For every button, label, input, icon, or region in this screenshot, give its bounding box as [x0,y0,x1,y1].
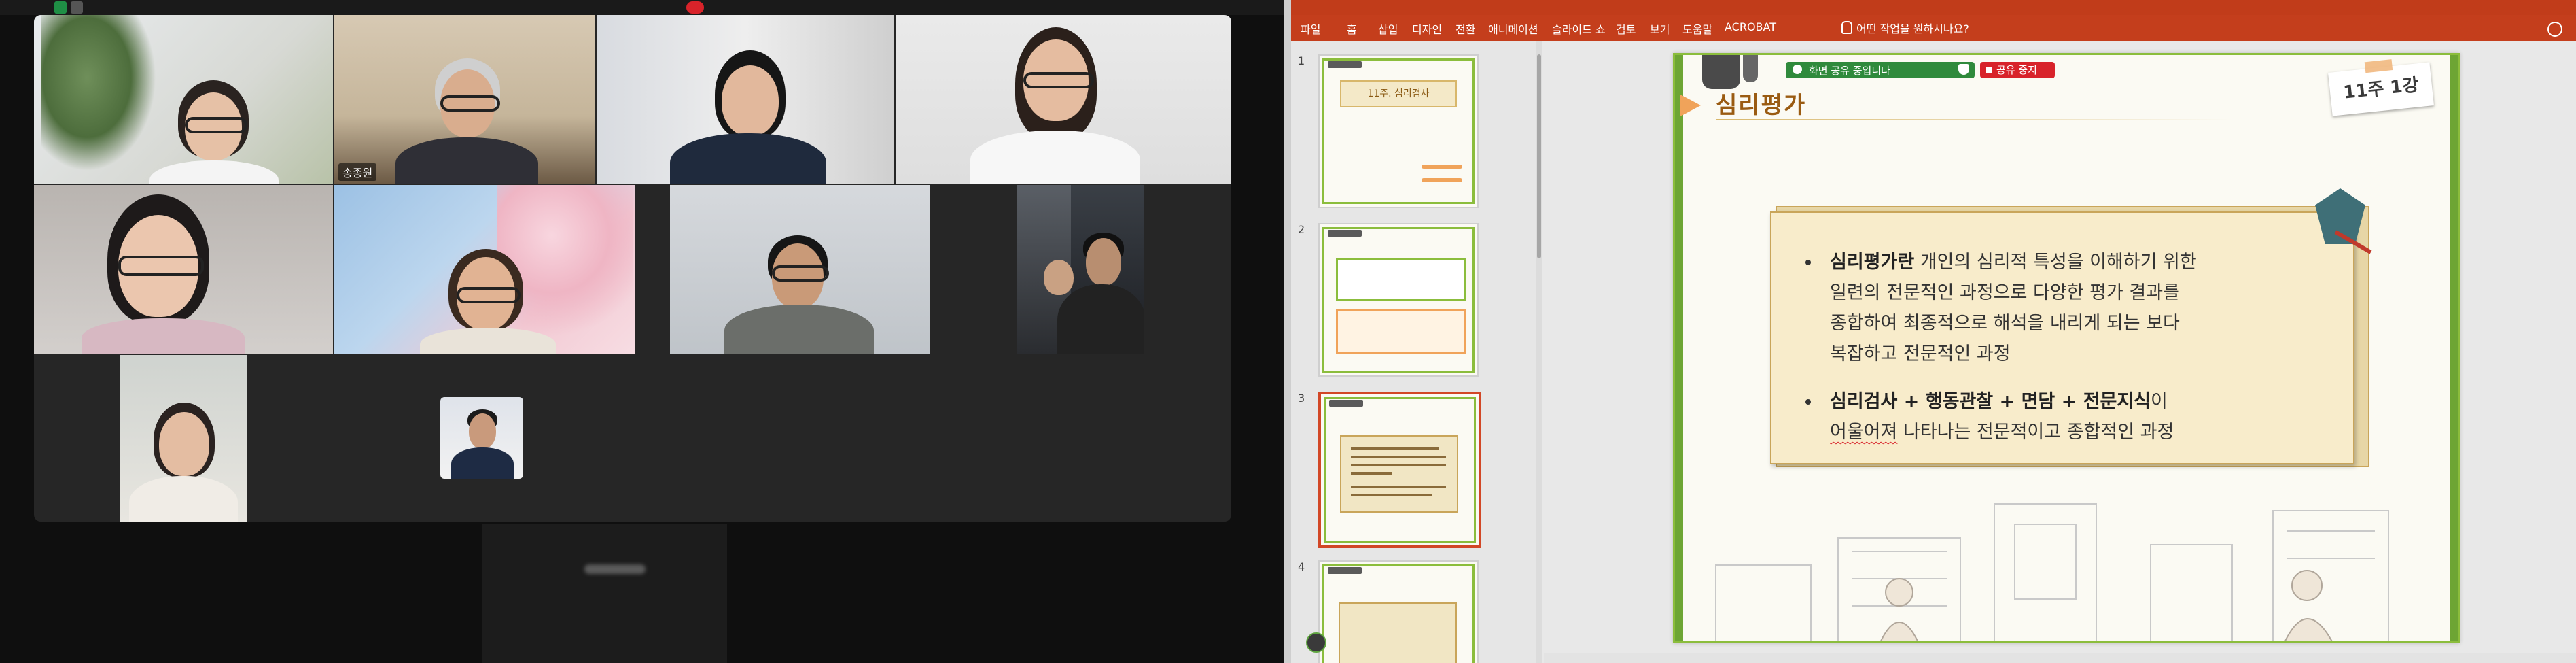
participant-tile-active-speaker[interactable] [597,15,894,184]
slide-thumbnail-3-selected[interactable] [1318,392,1481,548]
thumbnail-number: 1 [1298,54,1305,67]
participant-tile[interactable] [896,15,1231,184]
participant-tile[interactable] [1017,185,1144,354]
tell-me-search[interactable]: 어떤 작업을 원하시나요? [1841,20,1969,36]
bullet-1[interactable]: 심리평가란 개인의 심리적 특성을 이해하기 위한 일련의 전문적인 과정으로 … [1805,247,2322,369]
pin-icon [1793,65,1802,74]
tab-transitions[interactable]: 전환 [1455,20,1475,37]
lightbulb-icon [1841,21,1852,34]
tab-acrobat[interactable]: ACROBAT [1725,20,1776,33]
title-bar [1291,0,2576,15]
binder-clip-decoration [1743,55,1758,82]
thumbnail-number: 4 [1298,560,1305,573]
participant-tile[interactable] [670,185,930,354]
video-gallery: 송종원 [34,15,1231,522]
account-icon[interactable] [2547,22,2562,37]
screen-share-indicator: 화면 공유 중입니다 [1786,62,1975,78]
tell-me-label: 어떤 작업을 원하시나요? [1856,22,1969,35]
tab-animations[interactable]: 애니메이션 [1488,20,1538,37]
spellcheck-underlined-word: 어울어져 [1830,422,1898,443]
edit-pen-button[interactable] [1306,632,1326,653]
participant-tile[interactable] [440,397,523,479]
tab-home[interactable]: 홈 [1347,20,1357,37]
content-paper[interactable]: 심리평가란 개인의 심리적 특성을 이해하기 위한 일련의 전문적인 과정으로 … [1770,188,2372,464]
thumbnails-scrollbar[interactable] [1536,41,1542,663]
participant-tile[interactable]: 송종원 [334,15,595,184]
sketch-illustration [1715,503,2389,641]
recording-badge [686,1,704,14]
excel-app-icon[interactable] [54,1,67,14]
stop-share-label: 공유 중지 [1996,64,2037,76]
binder-clip-decoration [1702,55,1740,89]
participant-name: 송종원 [338,163,377,181]
week-badge: 11주 1강 [2328,59,2434,116]
video-meeting-window: 송종원 [0,0,1284,663]
slide-canvas: 심리평가 화면 공유 중입니다 공유 중지 11주 1강 심리평가란 개인의 심… [1673,53,2460,643]
tab-review[interactable]: 검토 [1616,20,1636,37]
bullet-2[interactable]: 심리검사 + 행동관찰 + 면담 + 전문지식이 어울어져 나타나는 전문적이고… [1805,386,2322,447]
ribbon-tabs: 파일 홈 삽입 디자인 전환 애니메이션 슬라이드 쇼 검토 보기 도움말 AC… [1291,15,2576,41]
slide-thumbnail-4[interactable] [1318,560,1479,663]
window-divider [1284,0,1291,663]
bullet-1-term: 심리평가란 [1830,252,1915,273]
thumbnail-title: 11주. 심리검사 [1340,80,1457,107]
participant-tile[interactable] [34,185,333,354]
tab-view[interactable]: 보기 [1650,20,1670,37]
tab-help[interactable]: 도움말 [1682,20,1712,37]
tab-design[interactable]: 디자인 [1412,20,1442,37]
tab-slideshow[interactable]: 슬라이드 쇼 [1552,20,1606,37]
slide-thumbnails-pane: 1 11주. 심리검사 2 3 4 [1291,41,1542,663]
tab-insert[interactable]: 삽입 [1378,20,1398,37]
participant-tile[interactable] [334,185,635,354]
app-icon[interactable] [71,1,83,14]
shield-icon [1958,64,1969,75]
participant-tile[interactable] [120,355,247,522]
slide-thumbnail-1[interactable]: 11주. 심리검사 [1318,54,1479,208]
horizontal-scrollbar[interactable] [1544,653,2576,663]
title-arrow-icon [1680,95,1701,116]
meeting-top-bar [0,0,1284,15]
share-status-text: 화면 공유 중입니다 [1809,65,1890,77]
thumbnail-number: 2 [1298,223,1305,236]
stop-share-button[interactable]: 공유 중지 [1980,62,2055,78]
participant-tile[interactable] [34,15,333,184]
slide-thumbnail-2[interactable] [1318,223,1479,377]
bullet-2-term: 심리검사 + 행동관찰 + 면담 + 전문지식 [1830,391,2151,412]
blurred-background-area [482,524,727,663]
week-badge-text: 11주 1강 [2342,75,2420,103]
powerpoint-window: 파일 홈 삽입 디자인 전환 애니메이션 슬라이드 쇼 검토 보기 도움말 AC… [1291,0,2576,663]
stop-icon [1986,67,1992,73]
tab-file[interactable]: 파일 [1301,20,1320,37]
slide-title[interactable]: 심리평가 [1716,86,1806,120]
thumbnail-number: 3 [1298,392,1305,405]
